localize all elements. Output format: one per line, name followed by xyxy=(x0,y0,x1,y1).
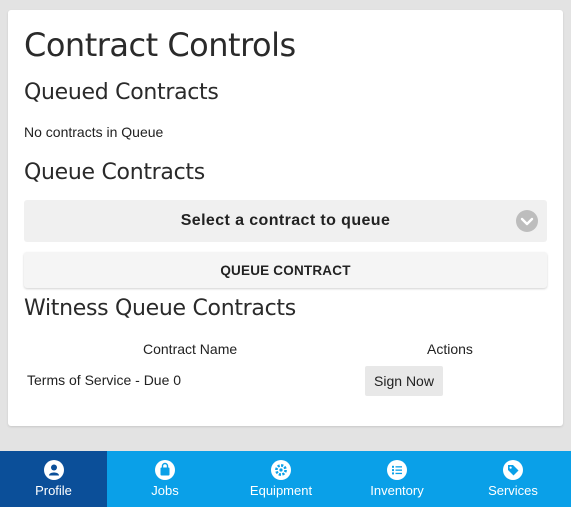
nav-label-services: Services xyxy=(488,483,538,498)
chevron-down-icon xyxy=(516,210,538,232)
nav-item-jobs[interactable]: Jobs xyxy=(107,451,223,507)
nav-label-inventory: Inventory xyxy=(370,483,424,498)
tag-icon xyxy=(503,460,523,480)
queue-contracts-heading: Queue Contracts xyxy=(24,160,205,185)
bottom-nav: Profile Jobs Equipment Inventory Service… xyxy=(0,451,571,507)
contract-name-cell: Terms of Service - Due 0 xyxy=(27,372,182,388)
queued-empty-text: No contracts in Queue xyxy=(24,124,164,140)
contract-controls-card: Contract Controls Queued Contracts No co… xyxy=(8,10,563,426)
sign-now-button[interactable]: Sign Now xyxy=(365,366,443,396)
nav-item-services[interactable]: Services xyxy=(455,451,571,507)
bag-icon xyxy=(155,460,175,480)
contract-select-label: Select a contract to queue xyxy=(180,212,391,229)
nav-item-profile[interactable]: Profile xyxy=(0,451,107,507)
list-icon xyxy=(387,460,407,480)
contract-select[interactable]: Select a contract to queue xyxy=(24,200,547,242)
nav-item-equipment[interactable]: Equipment xyxy=(223,451,339,507)
queue-contract-button[interactable]: QUEUE CONTRACT xyxy=(24,252,547,288)
nav-label-equipment: Equipment xyxy=(249,483,313,498)
nav-label-jobs: Jobs xyxy=(151,483,179,498)
column-header-actions: Actions xyxy=(427,341,473,357)
queued-contracts-heading: Queued Contracts xyxy=(24,80,219,105)
page-title: Contract Controls xyxy=(24,26,296,64)
gear-icon xyxy=(271,460,291,480)
witness-queue-heading: Witness Queue Contracts xyxy=(24,296,296,321)
person-icon xyxy=(43,460,64,480)
column-header-contract-name: Contract Name xyxy=(143,341,238,357)
nav-item-inventory[interactable]: Inventory xyxy=(339,451,455,507)
nav-label-profile: Profile xyxy=(35,483,72,498)
